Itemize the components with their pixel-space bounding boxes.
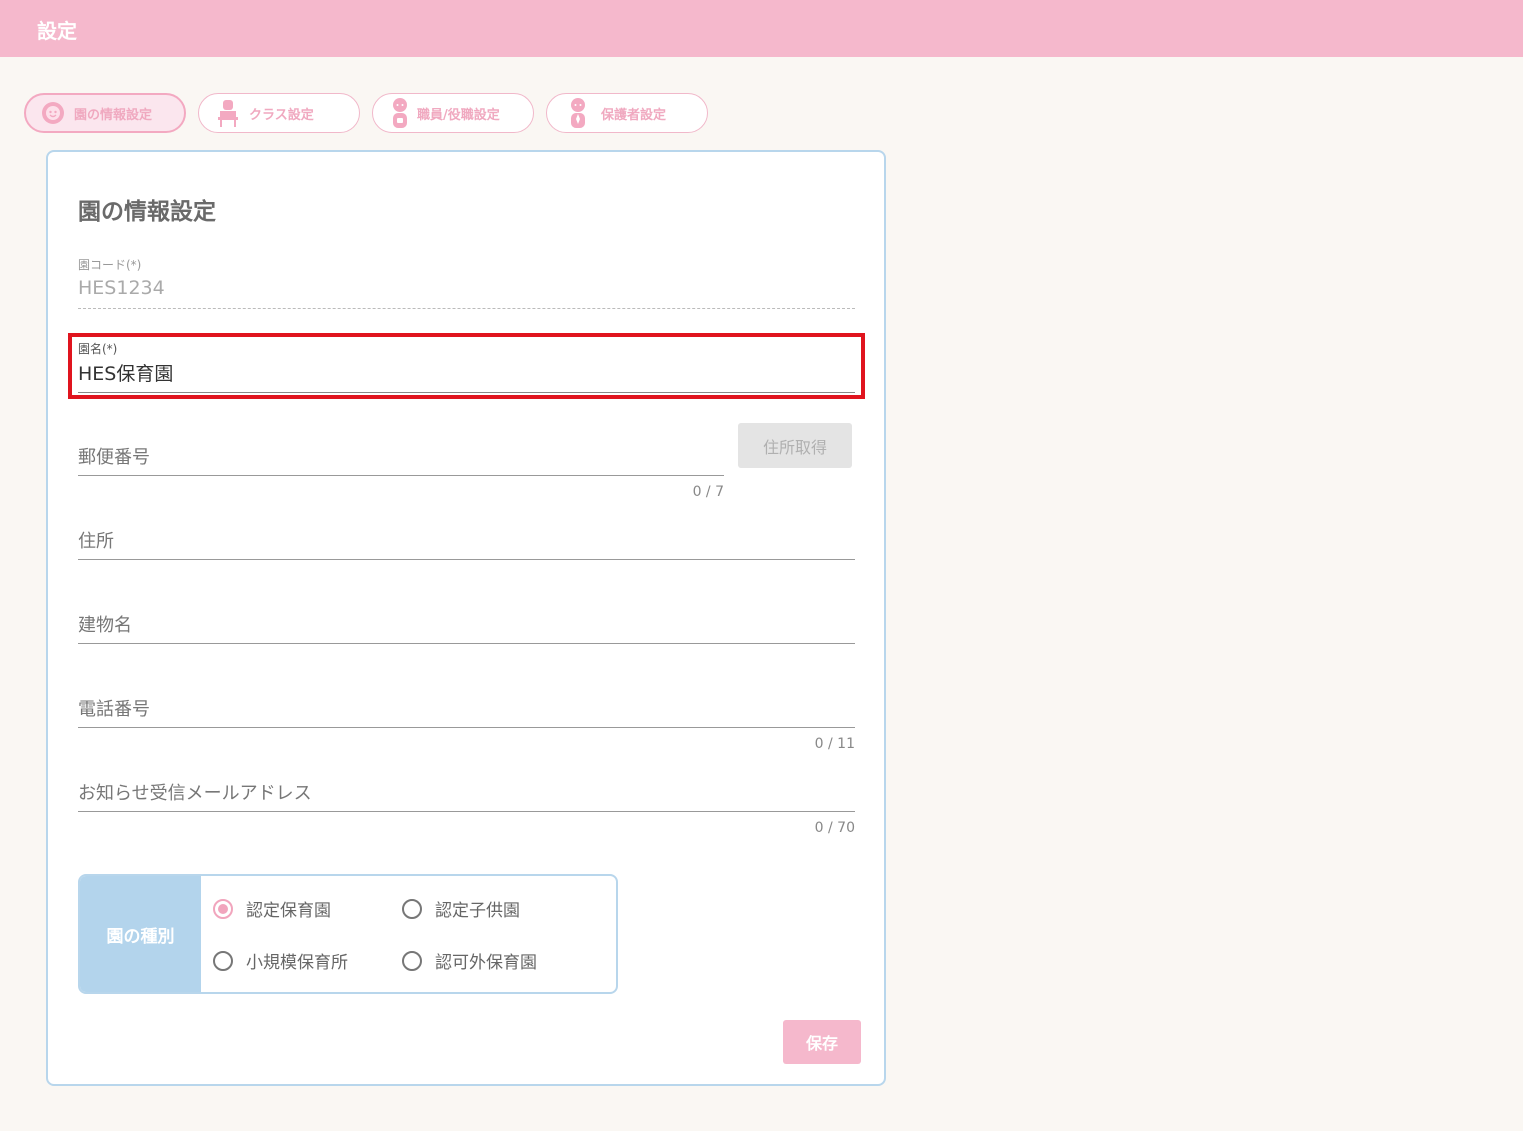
tab-label: 園の情報設定 [74, 107, 153, 123]
radio-circle [213, 950, 233, 971]
postal-code-counter: 0 / 7 [692, 484, 724, 500]
tab-school-info[interactable]: 園の情報設定 [24, 93, 186, 133]
address-input[interactable]: 住所 [78, 520, 855, 560]
gear-face-icon [40, 98, 66, 128]
radio-small-scale[interactable]: 小規模保育所 [213, 948, 348, 973]
tab-guardian[interactable]: 保護者設定 [546, 93, 708, 133]
school-code-label: 園コード(*) [78, 258, 142, 272]
phone-counter: 0 / 11 [814, 736, 855, 752]
radio-circle [213, 898, 233, 919]
school-name-value: HES保育園 [78, 363, 174, 385]
radio-certified-kodomoen[interactable]: 認定子供園 [402, 896, 520, 921]
postal-code-input[interactable]: 郵便番号 [78, 436, 724, 476]
building-placeholder: 建物名 [78, 615, 132, 636]
radio-label: 認定保育園 [246, 901, 331, 921]
address-placeholder: 住所 [78, 531, 114, 552]
tab-label: クラス設定 [249, 107, 314, 123]
radio-unlicensed[interactable]: 認可外保育園 [402, 948, 537, 973]
school-info-panel: 園の情報設定 園コード(*) HES1234 園名(*) HES保育園 郵便番号… [46, 150, 886, 1086]
radio-circle [402, 950, 422, 971]
get-address-button[interactable]: 住所取得 [738, 423, 852, 468]
header-bar: 設定 [0, 0, 1523, 57]
panel-title: 園の情報設定 [78, 199, 216, 225]
staff-person-icon [387, 98, 413, 128]
teacher-desk-icon [215, 98, 241, 128]
radio-label: 認可外保育園 [435, 953, 537, 973]
building-input[interactable]: 建物名 [78, 604, 855, 644]
tab-class[interactable]: クラス設定 [198, 93, 360, 133]
school-type-group: 園の種別 認定保育園 認定子供園 小規模保育所 認可外保育園 [78, 874, 618, 994]
radio-label: 認定子供園 [435, 901, 520, 921]
school-code-field: 園コード(*) HES1234 [78, 256, 855, 309]
parent-person-icon [565, 98, 591, 128]
email-placeholder: お知らせ受信メールアドレス [78, 783, 312, 804]
radio-circle [402, 898, 422, 919]
school-name-input[interactable]: 園名(*) HES保育園 [78, 340, 855, 393]
page-title: 設定 [37, 19, 77, 43]
tab-label: 保護者設定 [601, 107, 667, 123]
phone-placeholder: 電話番号 [78, 699, 150, 720]
school-code-value: HES1234 [78, 277, 165, 299]
postal-code-placeholder: 郵便番号 [78, 447, 150, 468]
phone-input[interactable]: 電話番号 [78, 688, 855, 728]
email-input[interactable]: お知らせ受信メールアドレス [78, 772, 855, 812]
tab-staff[interactable]: 職員/役職設定 [372, 93, 534, 133]
save-button[interactable]: 保存 [783, 1020, 861, 1064]
tab-label: 職員/役職設定 [417, 107, 500, 123]
radio-label: 小規模保育所 [246, 953, 348, 973]
school-type-label: 園の種別 [80, 876, 201, 992]
email-counter: 0 / 70 [814, 820, 855, 836]
school-name-label: 園名(*) [78, 342, 118, 356]
radio-certified-nursery[interactable]: 認定保育園 [213, 896, 331, 921]
